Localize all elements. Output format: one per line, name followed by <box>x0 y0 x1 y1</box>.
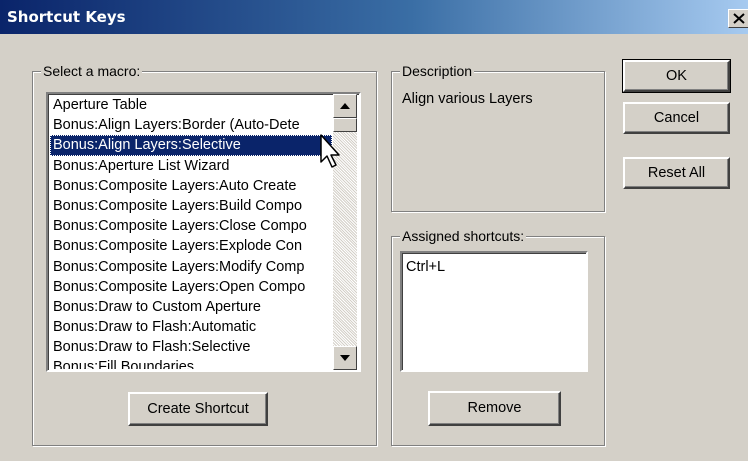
macro-group-label: Select a macro: <box>41 63 143 79</box>
macro-list-item[interactable]: Bonus:Composite Layers:Modify Comp <box>50 257 332 277</box>
cancel-label: Cancel <box>653 110 700 126</box>
macro-list-item-selected[interactable]: Bonus:Align Layers:Selective <box>50 135 332 156</box>
close-icon <box>733 13 745 24</box>
macro-list-item[interactable]: Aperture Table <box>50 95 332 115</box>
arrow-up-icon <box>340 103 350 109</box>
mouse-cursor-icon <box>320 134 340 168</box>
macro-list-item[interactable]: Bonus:Composite Layers:Close Compo <box>50 216 332 236</box>
description-group-label: Description <box>400 63 475 79</box>
shortcuts-group-label: Assigned shortcuts: <box>400 228 527 244</box>
shortcut-item[interactable]: Ctrl+L <box>406 259 445 275</box>
ok-label: OK <box>666 68 687 84</box>
scroll-down-button[interactable] <box>333 346 357 370</box>
macro-list-item[interactable]: Bonus:Composite Layers:Open Compo <box>50 277 332 297</box>
scroll-thumb[interactable] <box>333 118 357 132</box>
macro-list-item[interactable]: Bonus:Composite Layers:Build Compo <box>50 196 332 216</box>
window-title: Shortcut Keys <box>7 8 126 26</box>
remove-button[interactable]: Remove <box>428 391 561 426</box>
shortcut-keys-dialog: Shortcut Keys Select a macro: Aperture T… <box>0 0 748 461</box>
macro-list-item[interactable]: Bonus:Fill Boundaries <box>50 357 332 369</box>
macro-list: Aperture Table Bonus:Align Layers:Border … <box>50 95 332 369</box>
macro-list-item[interactable]: Bonus:Aperture List Wizard <box>50 156 332 176</box>
reset-all-label: Reset All <box>647 165 706 181</box>
macro-list-item[interactable]: Bonus:Draw to Custom Aperture <box>50 297 332 317</box>
close-button[interactable] <box>728 9 748 28</box>
create-shortcut-label: Create Shortcut <box>147 401 249 417</box>
macro-list-item[interactable]: Bonus:Align Layers:Border (Auto-Dete <box>50 115 332 135</box>
scroll-up-button[interactable] <box>333 94 357 118</box>
macro-list-item[interactable]: Bonus:Draw to Flash:Automatic <box>50 317 332 337</box>
macro-list-item[interactable]: Bonus:Draw to Flash:Selective <box>50 337 332 357</box>
macro-listbox[interactable]: Aperture Table Bonus:Align Layers:Border … <box>46 92 361 372</box>
title-bar[interactable]: Shortcut Keys <box>0 0 748 34</box>
cancel-button[interactable]: Cancel <box>623 102 730 134</box>
shortcuts-listbox[interactable]: Ctrl+L <box>400 251 588 372</box>
description-text: Align various Layers <box>402 91 533 107</box>
arrow-down-icon <box>340 355 350 361</box>
macro-list-item[interactable]: Bonus:Composite Layers:Auto Create <box>50 176 332 196</box>
remove-label: Remove <box>467 400 522 416</box>
ok-button[interactable]: OK <box>622 59 731 93</box>
reset-all-button[interactable]: Reset All <box>623 157 730 189</box>
create-shortcut-button[interactable]: Create Shortcut <box>128 392 268 426</box>
macro-list-item[interactable]: Bonus:Composite Layers:Explode Con <box>50 236 332 256</box>
